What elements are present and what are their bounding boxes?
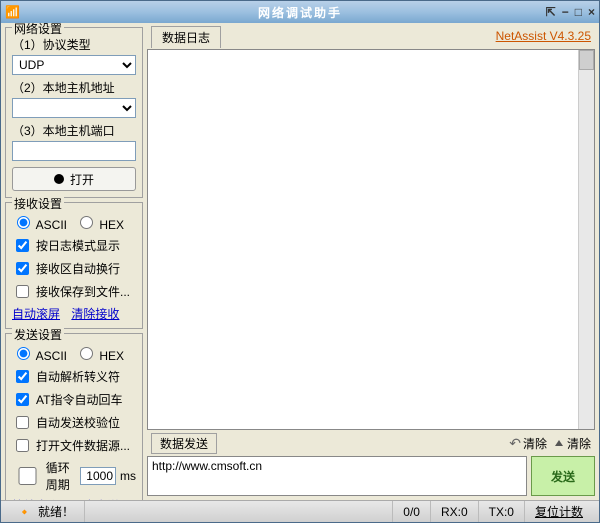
recv-auto-wrap-check[interactable]: 接收区自动换行 xyxy=(12,259,136,278)
brand-link[interactable]: NetAssist V4.3.25 xyxy=(496,29,591,43)
minimize-button[interactable]: − xyxy=(562,5,569,19)
host-select[interactable] xyxy=(12,98,136,118)
data-send-tab[interactable]: 数据发送 xyxy=(151,433,217,454)
log-scrollbar[interactable] xyxy=(578,50,594,429)
close-button[interactable]: × xyxy=(588,5,595,19)
reset-counter-button[interactable]: 复位计数 xyxy=(524,501,593,522)
recv-hex-radio[interactable]: HEX xyxy=(75,213,124,232)
recv-log-mode-check[interactable]: 按日志模式显示 xyxy=(12,236,136,255)
scrollbar-thumb[interactable] xyxy=(579,50,594,70)
clear-receive-link[interactable]: 清除接收 xyxy=(71,307,119,321)
auto-scroll-link[interactable]: 自动滚屏 xyxy=(12,307,60,321)
auto-checksum-check[interactable]: 自动发送校验位 xyxy=(12,413,136,432)
app-icon: 📶 xyxy=(5,5,19,19)
data-log-tab[interactable]: 数据日志 xyxy=(151,26,221,48)
loop-period-input[interactable] xyxy=(80,467,116,485)
status-rx: RX:0 xyxy=(430,501,478,522)
send-button[interactable]: 发送 xyxy=(531,456,595,496)
recv-save-file-check[interactable]: 接收保存到文件... xyxy=(12,282,136,301)
open-button[interactable]: 打开 xyxy=(12,167,136,191)
protocol-label: （1）协议类型 xyxy=(12,36,136,53)
auto-escape-check[interactable]: 自动解析转义符 xyxy=(12,367,136,386)
port-label: （3）本地主机端口 xyxy=(12,122,136,139)
arrow-up-icon xyxy=(555,440,563,446)
window-title: 网络调试助手 xyxy=(1,4,599,21)
status-ready: 就绪！ xyxy=(38,503,74,520)
send-hex-radio[interactable]: HEX xyxy=(75,344,124,363)
send-settings-legend: 发送设置 xyxy=(12,326,64,343)
send-settings-group: 发送设置 ASCII HEX 自动解析转义符 AT指令自动回车 自动发送校验位 … xyxy=(5,333,143,500)
host-label: （2）本地主机地址 xyxy=(12,79,136,96)
status-dot-icon xyxy=(54,174,64,184)
statusbar: 🔸 就绪！ 0/0 RX:0 TX:0 复位计数 xyxy=(1,500,599,522)
send-input[interactable]: http://www.cmsoft.cn xyxy=(147,456,527,496)
loop-period-label: 循环周期 xyxy=(46,459,76,493)
protocol-select[interactable]: UDP xyxy=(12,55,136,75)
receive-settings-group: 接收设置 ASCII HEX 按日志模式显示 接收区自动换行 接收保存到文件..… xyxy=(5,202,143,329)
receive-settings-legend: 接收设置 xyxy=(12,195,64,212)
status-tx: TX:0 xyxy=(478,501,524,522)
titlebar: 📶 网络调试助手 ⇱ − □ × xyxy=(1,1,599,23)
loop-period-check[interactable] xyxy=(16,467,39,485)
recv-ascii-radio[interactable]: ASCII xyxy=(12,213,67,232)
port-input[interactable] xyxy=(12,141,136,161)
clear-send-bottom[interactable]: 清除 xyxy=(555,435,591,452)
loop-period-unit: ms xyxy=(120,469,136,483)
open-button-label: 打开 xyxy=(70,171,94,188)
ready-icon: 🔸 xyxy=(17,505,32,519)
quick-define-link[interactable]: 快捷定义 xyxy=(12,499,60,500)
history-send-link[interactable]: 历史发送 xyxy=(71,499,119,500)
open-file-source-check[interactable]: 打开文件数据源... xyxy=(12,436,136,455)
status-count: 0/0 xyxy=(392,501,430,522)
at-auto-cr-check[interactable]: AT指令自动回车 xyxy=(12,390,136,409)
network-settings-legend: 网络设置 xyxy=(12,23,64,37)
data-log-area xyxy=(147,49,595,430)
send-ascii-radio[interactable]: ASCII xyxy=(12,344,67,363)
network-settings-group: 网络设置 （1）协议类型 UDP （2）本地主机地址 （3）本地主机端口 打开 xyxy=(5,27,143,198)
clear-send-top[interactable]: ↶清除 xyxy=(509,435,547,452)
restore-button[interactable]: □ xyxy=(575,5,582,19)
pin-button[interactable]: ⇱ xyxy=(546,5,556,19)
